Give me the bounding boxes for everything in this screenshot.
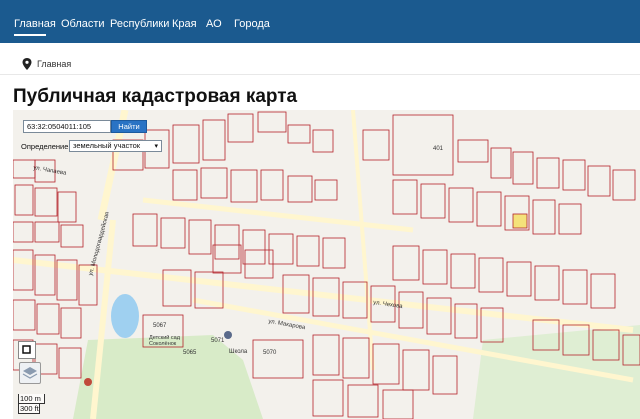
map-canvas[interactable] [13, 110, 640, 419]
breadcrumb: Главная [0, 51, 640, 75]
nav-krais[interactable]: Края [172, 18, 197, 30]
layers-icon [22, 367, 38, 379]
layers-button[interactable] [19, 362, 41, 384]
breadcrumb-home[interactable]: Главная [37, 59, 71, 69]
parcel-label: 401 [433, 146, 444, 152]
crop-icon [22, 345, 31, 354]
page-title: Публичная кадастровая карта [13, 86, 298, 107]
cadastral-search-input[interactable] [23, 120, 111, 133]
nav-ao[interactable]: АО [206, 18, 222, 30]
map-scale: 100 m 300 ft [18, 394, 45, 414]
definition-select[interactable]: земельный участок ▾ [69, 140, 162, 152]
definition-label: Определение: [21, 142, 71, 151]
scale-imperial: 300 ft [18, 404, 40, 414]
chevron-down-icon: ▾ [154, 143, 158, 150]
school-icon [224, 331, 232, 339]
definition-selected-value: земельный участок [73, 141, 141, 150]
top-navigation: Главная Области Республики Края АО Город… [0, 0, 640, 43]
active-tab-indicator [14, 34, 46, 36]
search-button[interactable]: Найти [111, 120, 147, 133]
parcel-label: 5067 [153, 323, 167, 329]
poi-icon [84, 378, 92, 386]
zoom-control[interactable] [18, 341, 36, 359]
pond [111, 294, 139, 338]
nav-regions[interactable]: Области [61, 18, 105, 30]
nav-home[interactable]: Главная [14, 18, 56, 30]
highlighted-parcel [512, 213, 528, 229]
parcel-label: 5065 [183, 350, 197, 356]
school-label: Школа [229, 349, 248, 355]
garden-label: Детский сад Соколёнок [149, 335, 180, 347]
parcel-label: 5070 [263, 350, 277, 356]
parcel-label: 5071 [211, 338, 225, 344]
cadastral-map[interactable]: 401 5067 5071 Школа Детский сад Соколёно… [13, 110, 640, 419]
green-area-east [473, 325, 640, 419]
scale-metric: 100 m [18, 394, 45, 404]
nav-republics[interactable]: Республики [110, 18, 169, 30]
pin-icon [22, 58, 32, 70]
nav-cities[interactable]: Города [234, 18, 270, 30]
